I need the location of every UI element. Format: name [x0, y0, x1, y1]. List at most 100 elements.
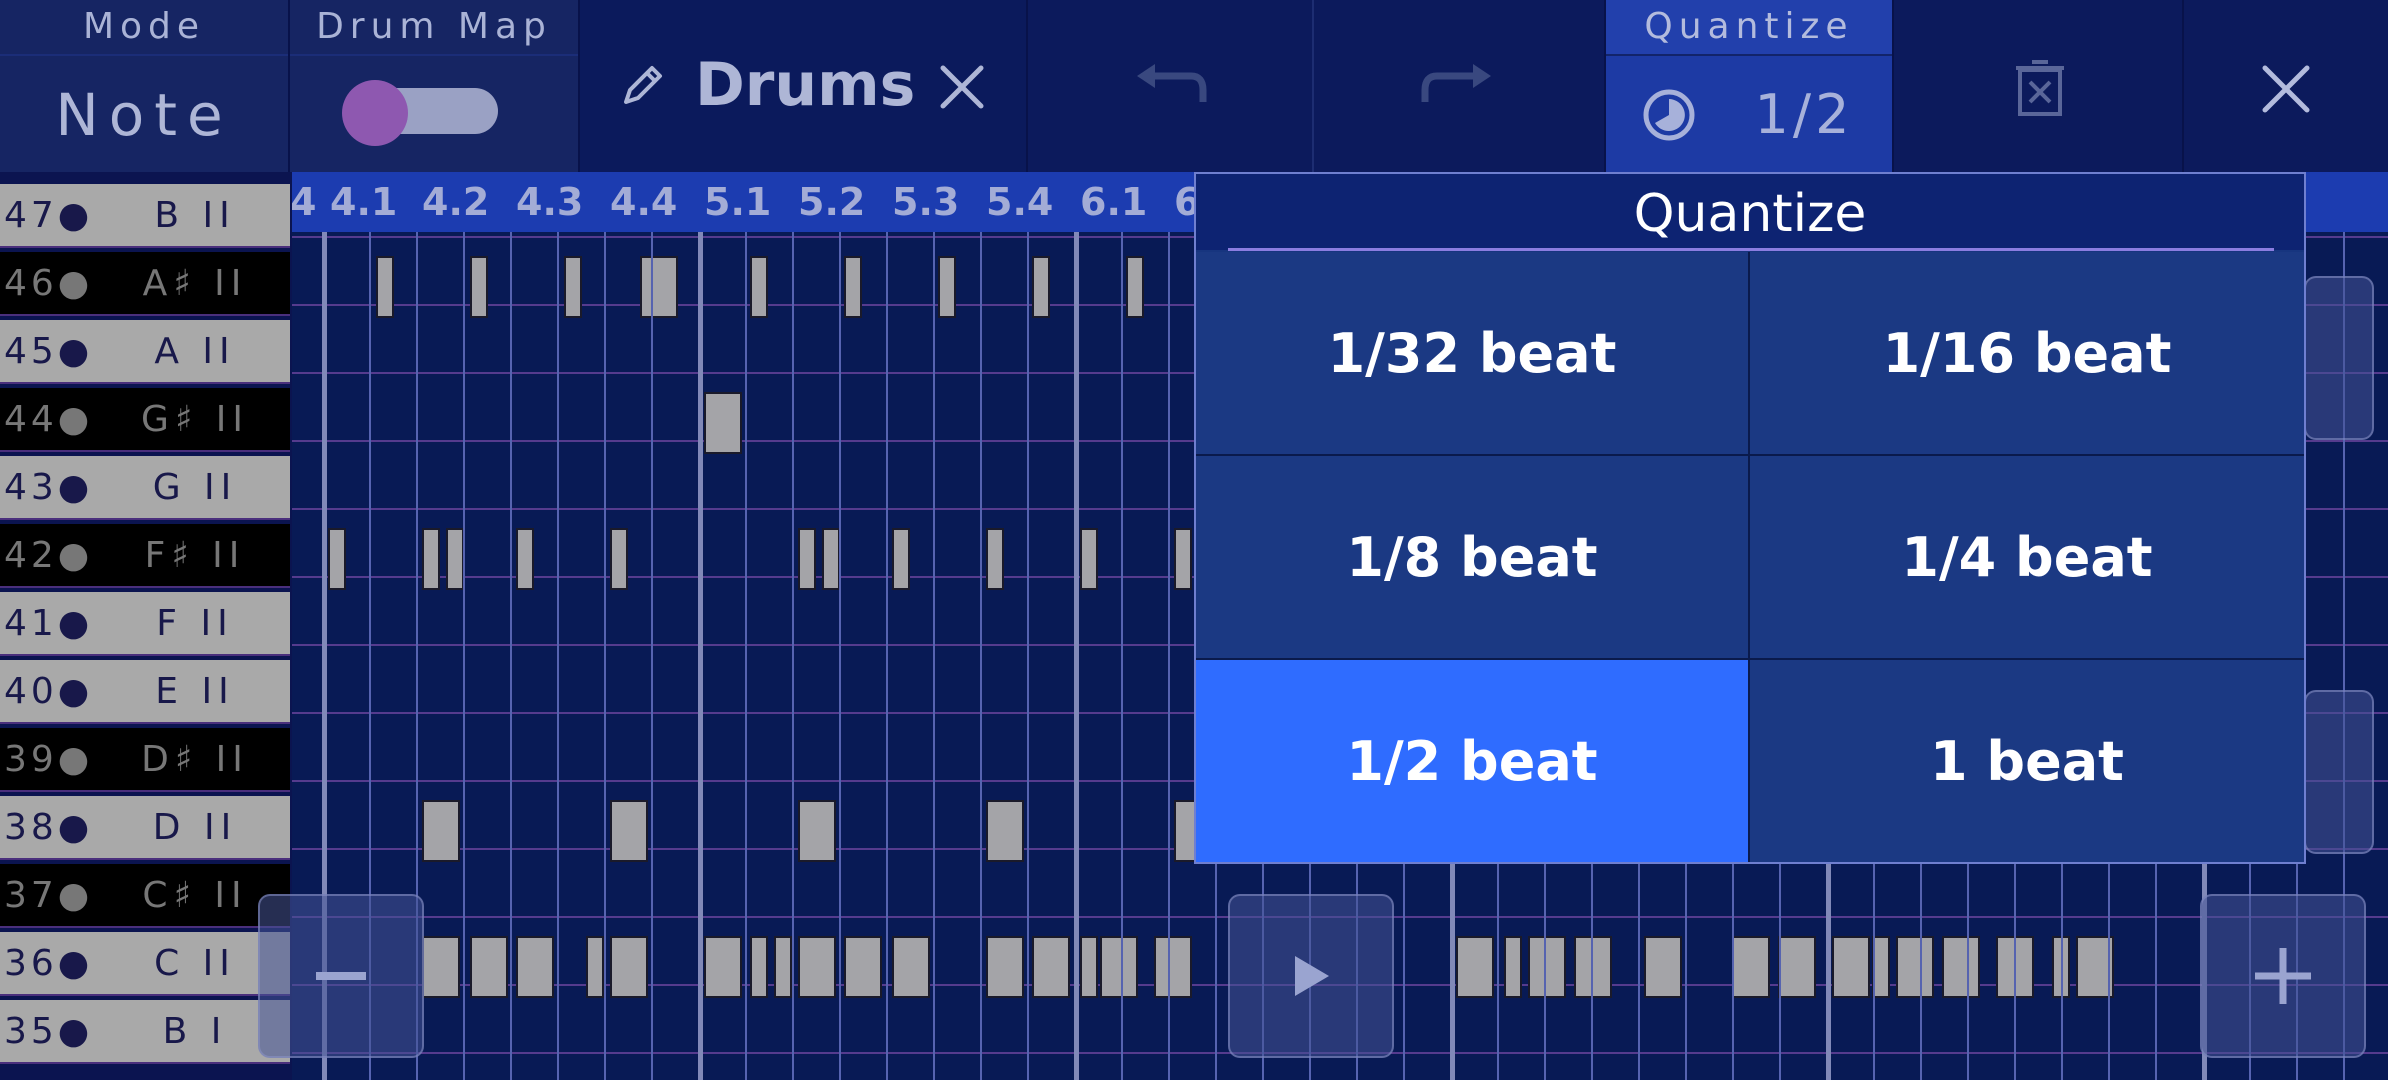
track-name-button[interactable]: Drums	[580, 0, 1028, 172]
note-block[interactable]	[610, 936, 648, 998]
note-block[interactable]	[1528, 936, 1566, 998]
note-block[interactable]	[986, 800, 1024, 862]
key-name: F♯ II	[144, 535, 246, 576]
note-block[interactable]	[750, 256, 768, 318]
note-block[interactable]	[422, 936, 460, 998]
note-block[interactable]	[986, 528, 1004, 590]
grid-beat-line	[933, 232, 935, 1080]
piano-key[interactable]: 41● F II	[0, 592, 290, 656]
note-block[interactable]	[750, 936, 768, 998]
note-block[interactable]	[938, 256, 956, 318]
grid-beat-line	[463, 232, 465, 1080]
note-block[interactable]	[328, 528, 346, 590]
note-block[interactable]	[1032, 936, 1070, 998]
note-block[interactable]	[1574, 936, 1612, 998]
note-block[interactable]	[564, 256, 582, 318]
mode-button[interactable]: Mode Note	[0, 0, 290, 172]
piano-key[interactable]: 39● D♯ II	[0, 728, 290, 792]
note-block[interactable]	[376, 256, 394, 318]
key-name: G♯ II	[141, 399, 249, 440]
piano-key[interactable]: 44● G♯ II	[0, 388, 290, 452]
note-block[interactable]	[986, 936, 1024, 998]
note-block[interactable]	[610, 528, 628, 590]
quantize-option-1-4[interactable]: 1/4 beat	[1750, 456, 2304, 660]
drum-map-cell: Drum Map	[290, 0, 580, 172]
note-block[interactable]	[446, 528, 464, 590]
note-block[interactable]	[1100, 936, 1138, 998]
key-number: 47●	[4, 195, 94, 236]
piano-key[interactable]: 35● B I	[0, 1000, 290, 1064]
note-block[interactable]	[892, 528, 910, 590]
quantize-option-1-16[interactable]: 1/16 beat	[1750, 252, 2304, 456]
quantize-button[interactable]: Quantize 1/2	[1606, 0, 1894, 172]
note-block[interactable]	[422, 800, 460, 862]
note-block[interactable]	[822, 528, 840, 590]
quantize-option-1-8[interactable]: 1/8 beat	[1196, 456, 1750, 660]
note-block[interactable]	[1644, 936, 1682, 998]
ruler-tick: 4.4	[610, 180, 678, 224]
note-block[interactable]	[798, 800, 836, 862]
ruler-tick: 4.1	[330, 180, 398, 224]
note-block[interactable]	[1832, 936, 1870, 998]
play-button[interactable]	[1228, 894, 1394, 1058]
key-number: 44●	[4, 399, 94, 440]
note-block[interactable]	[1080, 936, 1098, 998]
note-block[interactable]	[516, 936, 554, 998]
note-block[interactable]	[610, 800, 648, 862]
mode-label: Mode	[0, 0, 288, 56]
close-icon[interactable]	[937, 62, 987, 112]
piano-key[interactable]: 43● G II	[0, 456, 290, 520]
note-block[interactable]	[892, 936, 930, 998]
note-block[interactable]	[1174, 528, 1192, 590]
note-block[interactable]	[1778, 936, 1816, 998]
grid-beat-line	[745, 232, 747, 1080]
piano-key[interactable]: 40● E II	[0, 660, 290, 724]
delete-button[interactable]	[1894, 0, 2184, 172]
piano-key[interactable]: 47● B II	[0, 184, 290, 248]
quantize-option-1-2[interactable]: 1/2 beat	[1196, 660, 1750, 862]
note-block[interactable]	[1080, 528, 1098, 590]
note-block[interactable]	[1154, 936, 1192, 998]
track-name: Drums	[695, 50, 916, 120]
undo-button[interactable]	[1028, 0, 1314, 172]
note-block[interactable]	[704, 936, 742, 998]
note-block[interactable]	[704, 392, 742, 454]
note-block[interactable]	[516, 528, 534, 590]
note-block[interactable]	[586, 936, 604, 998]
note-block[interactable]	[798, 936, 836, 998]
piano-key[interactable]: 45● A II	[0, 320, 290, 384]
note-block[interactable]	[1456, 936, 1494, 998]
key-number: 39●	[4, 739, 94, 780]
side-button-bottom[interactable]	[2304, 690, 2374, 854]
header-bar: Mode Note Drum Map Drums Quantize 1/2	[0, 0, 2388, 172]
note-block[interactable]	[470, 256, 488, 318]
ruler-tick: 5.3	[892, 180, 960, 224]
exit-button[interactable]	[2184, 0, 2388, 172]
note-block[interactable]	[422, 528, 440, 590]
note-block[interactable]	[1126, 256, 1144, 318]
note-block[interactable]	[798, 528, 816, 590]
ruler-tick: 5.1	[704, 180, 772, 224]
zoom-in-button[interactable]	[2200, 894, 2366, 1058]
piano-key[interactable]: 46● A♯ II	[0, 252, 290, 316]
note-block[interactable]	[1032, 256, 1050, 318]
note-block[interactable]	[1504, 936, 1522, 998]
quantize-option-1[interactable]: 1 beat	[1750, 660, 2304, 862]
note-block[interactable]	[470, 936, 508, 998]
side-button-top[interactable]	[2304, 276, 2374, 440]
note-block[interactable]	[1732, 936, 1770, 998]
zoom-out-button[interactable]	[258, 894, 424, 1058]
note-block[interactable]	[844, 936, 882, 998]
quantize-option-1-32[interactable]: 1/32 beat	[1196, 252, 1750, 456]
note-block[interactable]	[1896, 936, 1934, 998]
note-block[interactable]	[774, 936, 792, 998]
undo-icon	[1137, 64, 1207, 102]
note-block[interactable]	[640, 256, 678, 318]
piano-key[interactable]: 37● C♯ II	[0, 864, 290, 928]
note-block[interactable]	[844, 256, 862, 318]
piano-key[interactable]: 36● C II	[0, 932, 290, 996]
piano-key[interactable]: 38● D II	[0, 796, 290, 860]
piano-key[interactable]: 42● F♯ II	[0, 524, 290, 588]
redo-button[interactable]	[1314, 0, 1606, 172]
note-block[interactable]	[1942, 936, 1980, 998]
